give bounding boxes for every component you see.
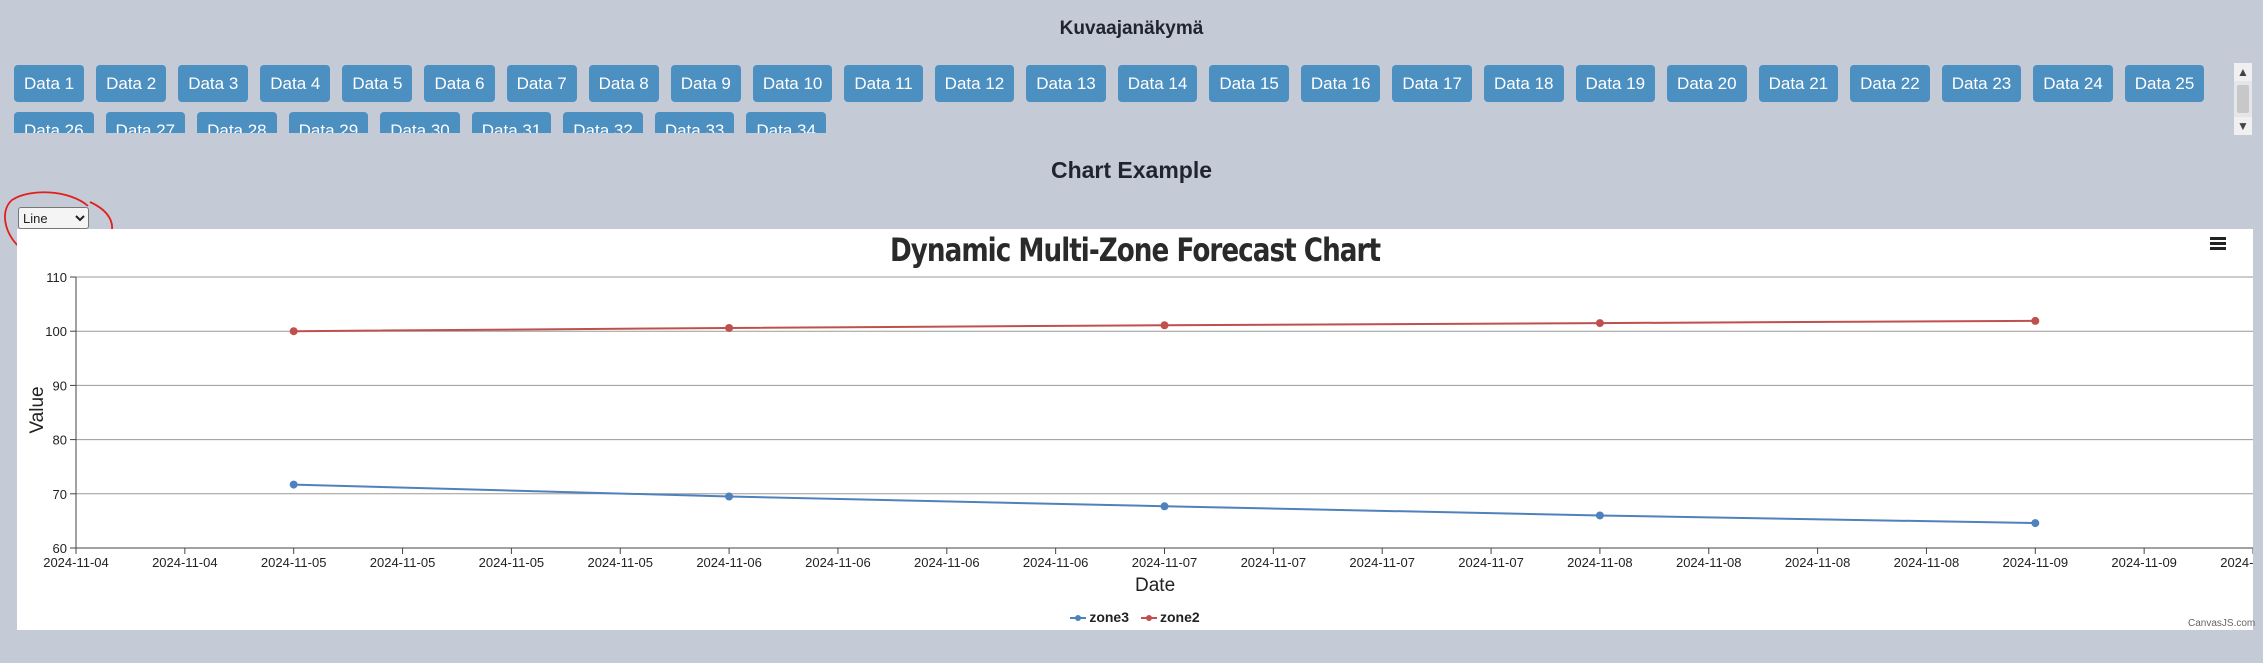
data-button-10[interactable]: Data 10: [752, 65, 833, 102]
x-tick-label: 2024-11-05: [479, 555, 545, 570]
legend-marker-icon: [1070, 614, 1087, 622]
y-axis-title: Value: [27, 386, 48, 434]
x-tick-label: 2024-11-05: [261, 555, 327, 570]
y-tick-label: 90: [53, 378, 67, 393]
y-tick-label: 60: [53, 541, 67, 556]
x-tick-label: 2024-11-08: [1676, 555, 1742, 570]
x-tick-label: 2024-11-04: [43, 555, 109, 570]
data-button-25[interactable]: Data 25: [2124, 65, 2205, 102]
x-tick-label: 2024-11-09: [2111, 555, 2177, 570]
data-button-30[interactable]: Data 30: [380, 112, 460, 133]
canvasjs-credit: CanvasJS.com: [2188, 618, 2256, 629]
data-button-6[interactable]: Data 6: [424, 65, 495, 102]
data-button-4[interactable]: Data 4: [260, 65, 331, 102]
legend-item-zone2[interactable]: zone2: [1141, 609, 1200, 625]
data-button-7[interactable]: Data 7: [506, 65, 577, 102]
x-tick-label: 2024-11-06: [805, 555, 871, 570]
y-tick-label: 100: [45, 324, 67, 339]
data-point-zone2: [1595, 319, 1604, 328]
chart-type-select[interactable]: Line: [18, 207, 89, 229]
hamburger-menu-icon[interactable]: [2210, 235, 2230, 251]
data-button-3[interactable]: Data 3: [178, 65, 249, 102]
legend-label: zone2: [1160, 609, 1200, 625]
data-button-17[interactable]: Data 17: [1392, 65, 1472, 102]
data-button-2[interactable]: Data 2: [96, 65, 167, 102]
x-tick-label: 2024-11-07: [1241, 555, 1307, 570]
x-tick-label: 2024-11-06: [914, 555, 980, 570]
data-point-zone2: [1160, 321, 1169, 330]
data-button-8[interactable]: Data 8: [588, 65, 659, 102]
data-button-23[interactable]: Data 23: [1941, 65, 2022, 102]
section-title: Chart Example: [1050, 157, 1213, 183]
data-button-11[interactable]: Data 11: [844, 65, 923, 102]
data-button-19[interactable]: Data 19: [1575, 65, 1656, 102]
legend-marker-icon: [1141, 614, 1157, 622]
data-button-20[interactable]: Data 20: [1667, 65, 1747, 102]
legend-item-zone3[interactable]: zone3: [1070, 609, 1129, 625]
x-tick-label: 2024-11-07: [1132, 555, 1198, 570]
data-button-18[interactable]: Data 18: [1483, 65, 1564, 102]
page-title: Kuvaajanäkymä: [1059, 18, 1204, 39]
data-button-24[interactable]: Data 24: [2033, 65, 2113, 102]
x-tick-label: 2024-11-09: [2003, 555, 2069, 570]
data-button-28[interactable]: Data 28: [197, 112, 277, 133]
x-tick-label: 2024-11-06: [1023, 555, 1089, 570]
x-tick-label: 2024-11-08: [1894, 555, 1960, 570]
data-button-9[interactable]: Data 9: [670, 65, 741, 102]
data-button-26[interactable]: Data 26: [14, 112, 94, 133]
chart-title: Dynamic Multi-Zone Forecast Chart: [889, 231, 1381, 269]
scroll-down-arrow-icon[interactable]: ▼: [2234, 117, 2252, 135]
x-tick-label: 2024-11-05: [587, 555, 653, 570]
data-point-zone3: [725, 492, 734, 501]
data-button-bar: Data 1 Data 2 Data 3 Data 4 Data 5 Data 6 Data…: [0, 63, 2236, 133]
data-button-34[interactable]: Data 34: [746, 112, 826, 133]
scroll-thumb[interactable]: [2237, 85, 2249, 113]
data-point-zone3: [289, 480, 298, 489]
y-tick-label: 110: [46, 270, 67, 285]
data-button-13[interactable]: Data 13: [1026, 65, 1106, 102]
chart-plot: 60 70 80 90 100 110 2024-11-04 2024-11-04 2024-1…: [43, 270, 2253, 570]
chart-panel: 60 70 80 90 100 110 2024-11-04 2024-11-04 2024-1…: [17, 229, 2256, 630]
data-button-27[interactable]: Data 27: [105, 112, 186, 133]
data-button-33[interactable]: Data 33: [654, 112, 735, 133]
data-button-15[interactable]: Data 15: [1209, 65, 1289, 102]
data-button-14[interactable]: Data 14: [1117, 65, 1198, 102]
data-point-zone2: [725, 323, 734, 332]
y-tick-label: 70: [53, 487, 67, 502]
data-point-zone3: [1595, 511, 1604, 520]
x-axis-title: Date: [1135, 575, 1176, 596]
data-point-zone3: [1160, 502, 1169, 511]
scroll-up-arrow-icon[interactable]: ▲: [2234, 63, 2252, 81]
chart-legend: zone3 zone2: [17, 609, 2253, 625]
x-tick-label: 2024-11-05: [370, 555, 436, 570]
x-tick-label: 2024-11-08: [1567, 555, 1633, 570]
data-button-29[interactable]: Data 29: [288, 112, 369, 133]
x-tick-label: 2024-11-06: [696, 555, 762, 570]
y-tick-label: 80: [53, 433, 67, 448]
data-button-32[interactable]: Data 32: [563, 112, 643, 133]
data-button-1[interactable]: Data 1: [14, 65, 85, 102]
x-tick-label: 2024-11-04: [152, 555, 218, 570]
data-point-zone3: [2031, 519, 2040, 528]
button-bar-scrollbar[interactable]: ▲ ▼: [2234, 63, 2252, 135]
x-tick-label: 2024-11-09: [2220, 555, 2253, 570]
data-button-list: Data 1 Data 2 Data 3 Data 4 Data 5 Data 6 Data…: [14, 65, 2224, 133]
data-button-5[interactable]: Data 5: [342, 65, 413, 102]
data-button-16[interactable]: Data 16: [1300, 65, 1381, 102]
x-tick-label: 2024-11-08: [1785, 555, 1851, 570]
x-tick-label: 2024-11-07: [1349, 555, 1415, 570]
legend-label: zone3: [1089, 609, 1129, 625]
data-button-21[interactable]: Data 21: [1758, 65, 1839, 102]
data-button-12[interactable]: Data 12: [934, 65, 1015, 102]
data-button-31[interactable]: Data 31: [471, 112, 552, 133]
data-point-zone2: [2031, 316, 2040, 325]
data-point-zone2: [289, 327, 298, 336]
data-button-22[interactable]: Data 22: [1850, 65, 1930, 102]
x-tick-label: 2024-11-07: [1458, 555, 1524, 570]
